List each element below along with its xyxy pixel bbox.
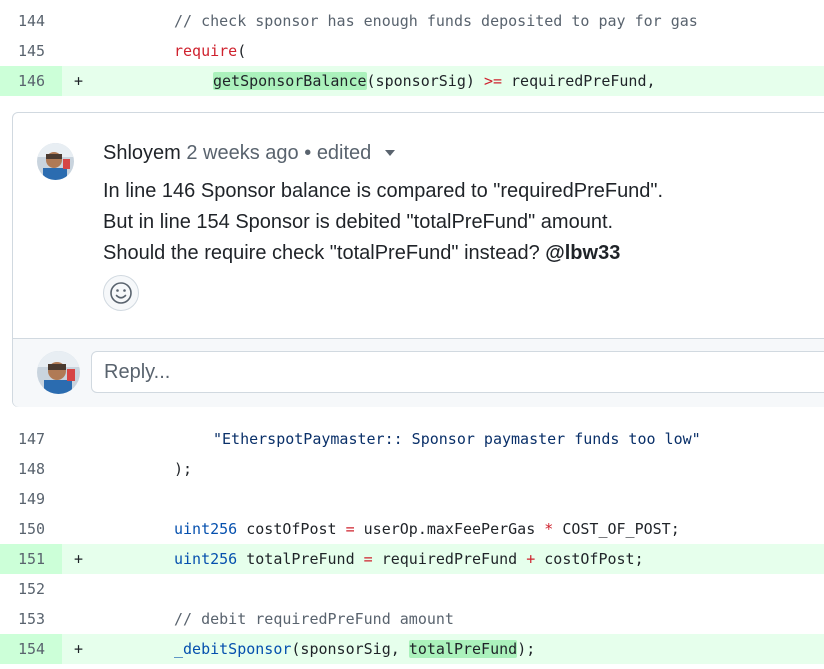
code-token: = xyxy=(363,550,373,568)
code-token: (sponsorSig, xyxy=(291,640,409,658)
current-user-avatar xyxy=(37,351,80,394)
reply-area: Reply... xyxy=(13,338,824,407)
diff-line[interactable]: 147 "EtherspotPaymaster:: Sponsor paymast… xyxy=(0,424,824,454)
code-token: uint256 xyxy=(174,550,238,568)
reply-input[interactable]: Reply... xyxy=(91,351,824,393)
user-mention[interactable]: @lbw33 xyxy=(545,242,620,264)
code-token: totalPreFund xyxy=(237,550,364,568)
code-token: getSponsorBalance xyxy=(213,72,367,90)
line-number[interactable]: 154 xyxy=(0,634,62,664)
smiley-icon xyxy=(110,282,132,304)
comment-line-3: Should the require check "totalPreFund" … xyxy=(103,242,620,265)
chevron-down-icon[interactable] xyxy=(384,150,395,156)
code-token: require xyxy=(174,42,238,60)
code-token: requiredPreFund, xyxy=(502,72,656,90)
code-content: // check sponsor has enough funds deposi… xyxy=(174,6,698,36)
diff-line[interactable]: 145 require( xyxy=(0,36,824,66)
code-token: (sponsorSig) xyxy=(366,72,484,90)
code-content: _debitSponsor(sponsorSig, totalPreFund); xyxy=(174,634,535,664)
avatar[interactable] xyxy=(37,143,74,180)
separator: • xyxy=(304,142,312,164)
comment-header: Shloyem 2 weeks ago • edited xyxy=(103,142,395,165)
comment-line-1: In line 146 Sponsor balance is compared … xyxy=(103,180,664,202)
code-content: // debit requiredPreFund amount xyxy=(174,604,454,634)
comment-time[interactable]: 2 weeks ago xyxy=(186,142,298,164)
diff-marker: + xyxy=(74,640,84,658)
code-content: uint256 costOfPost = userOp.maxFeePerGas… xyxy=(174,514,680,544)
line-number[interactable]: 147 xyxy=(0,424,62,454)
diff-line[interactable]: 150 uint256 costOfPost = userOp.maxFeePer… xyxy=(0,514,824,544)
code-token: userOp.maxFeePerGas xyxy=(354,520,545,538)
line-number[interactable]: 151 xyxy=(0,544,62,574)
comment-line-3-text: Should the require check "totalPreFund" … xyxy=(103,242,546,264)
diff-line[interactable]: 154 + _debitSponsor(sponsorSig, totalPreFu… xyxy=(0,634,824,664)
code-token: _debitSponsor xyxy=(174,640,292,658)
code-content: uint256 totalPreFund = requiredPreFund +… xyxy=(174,544,644,574)
code-content: require( xyxy=(174,36,246,66)
line-number[interactable]: 149 xyxy=(0,484,62,514)
code-token: // debit requiredPreFund amount xyxy=(174,610,454,628)
code-token: * xyxy=(544,520,554,538)
line-number[interactable]: 148 xyxy=(0,454,62,484)
review-comment-thread: Shloyem 2 weeks ago • edited In line 146… xyxy=(12,112,824,407)
code-token: // check sponsor has enough funds deposi… xyxy=(174,12,698,30)
edited-label[interactable]: edited xyxy=(317,142,372,164)
code-token: ); xyxy=(517,640,536,658)
diff-line[interactable]: 146 + getSponsorBalance(sponsorSig) >= req… xyxy=(0,66,824,96)
line-number[interactable]: 144 xyxy=(0,6,62,36)
code-token: COST_OF_POST; xyxy=(553,520,680,538)
line-number[interactable]: 153 xyxy=(0,604,62,634)
line-number[interactable]: 150 xyxy=(0,514,62,544)
diff-line[interactable]: 148); xyxy=(0,454,824,484)
line-number[interactable]: 152 xyxy=(0,574,62,604)
code-token: costOfPost xyxy=(237,520,346,538)
code-token: + xyxy=(526,550,536,568)
diff-marker: + xyxy=(74,72,84,90)
code-token: ( xyxy=(237,42,247,60)
comment-author[interactable]: Shloyem xyxy=(103,142,181,164)
code-token: "EtherspotPaymaster:: Sponsor paymaster … xyxy=(213,430,701,448)
code-content: ); xyxy=(174,454,192,484)
code-token: totalPreFund xyxy=(408,640,518,658)
diff-line[interactable]: 153 // debit requiredPreFund amount xyxy=(0,604,824,634)
diff-line[interactable]: 151 + uint256 totalPreFund = requiredPreFu… xyxy=(0,544,824,574)
code-content: getSponsorBalance(sponsorSig) >= require… xyxy=(213,66,656,96)
code-token: requiredPreFund xyxy=(372,550,527,568)
comment-line-2: But in line 154 Sponsor is debited "tota… xyxy=(103,211,614,233)
add-reaction-button[interactable] xyxy=(103,275,139,311)
diff-line[interactable]: 144 // check sponsor has enough funds dep… xyxy=(0,6,824,36)
code-content: "EtherspotPaymaster:: Sponsor paymaster … xyxy=(213,424,701,454)
code-token: = xyxy=(345,520,355,538)
line-number[interactable]: 146 xyxy=(0,66,62,96)
code-token: ); xyxy=(174,460,193,478)
diff-marker: + xyxy=(74,550,84,568)
line-number[interactable]: 145 xyxy=(0,36,62,66)
diff-line[interactable]: 149 xyxy=(0,484,824,514)
code-token: uint256 xyxy=(174,520,238,538)
code-token: costOfPost; xyxy=(535,550,644,568)
diff-line[interactable]: 152 xyxy=(0,574,824,604)
code-token: >= xyxy=(483,72,502,90)
